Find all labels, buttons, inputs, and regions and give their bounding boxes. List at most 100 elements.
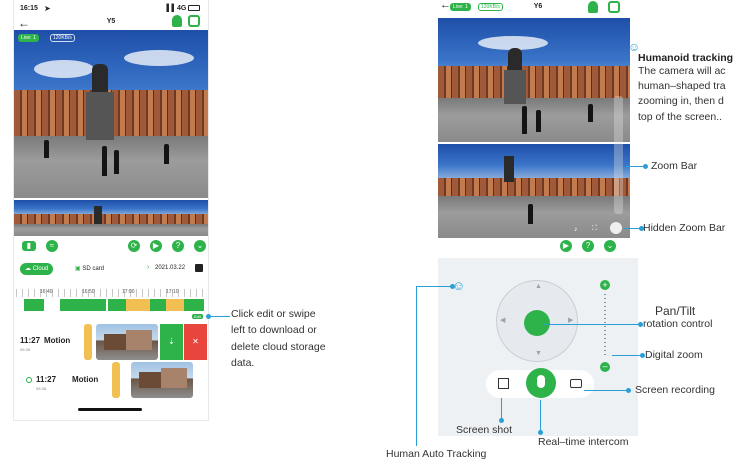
top-bar: ← Live: 1 120KB/s Y6	[438, 0, 638, 16]
secondary-video-view[interactable]: ♪ ⛶	[438, 144, 630, 238]
annotation-leader-line	[612, 355, 642, 356]
intercom-button[interactable]	[526, 368, 556, 398]
annotation-digital-zoom: Digital zoom	[645, 349, 703, 361]
annotation-line: data.	[231, 356, 255, 369]
left-phone-screen: 16:15 ➤ ▐▐ 4G ← Y5 Live: 1 120KB/s ▮ ≈ ⟳…	[14, 0, 208, 420]
play-icon[interactable]: ▶	[150, 240, 162, 252]
event-thumbnail[interactable]	[96, 324, 158, 360]
arrow-down-icon[interactable]: ▼	[535, 350, 542, 357]
settings-gear-icon[interactable]	[608, 1, 620, 13]
person-figure	[102, 146, 107, 176]
arrow-left-icon[interactable]: ◀	[500, 316, 505, 324]
timeline-segment	[150, 299, 166, 311]
annotation-line: human–shaped tra	[638, 80, 726, 93]
select-radio-icon[interactable]	[26, 377, 32, 383]
fullscreen-icon[interactable]: ⛶	[592, 225, 597, 233]
zoom-out-icon[interactable]: –	[600, 362, 610, 372]
microphone-icon	[537, 375, 545, 388]
live-badge: Live: 1	[18, 34, 39, 42]
zoom-toggle-icon[interactable]	[610, 222, 622, 234]
download-button[interactable]: ⇣	[160, 324, 183, 360]
status-time: 16:15	[20, 5, 38, 12]
alarm-bell-icon[interactable]	[172, 15, 182, 27]
timeline-segment	[60, 299, 106, 311]
date-label[interactable]: 2021.03.22	[155, 265, 185, 271]
arrow-up-icon[interactable]: ▲	[535, 283, 542, 290]
person-figure	[528, 204, 533, 224]
statue-shape	[508, 48, 522, 72]
zoom-in-icon[interactable]: +	[600, 280, 610, 290]
trash-icon: ✕	[192, 337, 199, 346]
event-thumbnail[interactable]	[131, 362, 193, 398]
annotation-line: The camera will ac	[638, 65, 726, 77]
screenshot-icon[interactable]	[498, 378, 509, 389]
annotation-dot	[626, 388, 631, 393]
pan-tilt-icon[interactable]: ⟳	[128, 240, 140, 252]
arrow-right-icon[interactable]: ▶	[568, 316, 573, 324]
play-icon[interactable]: ▶	[560, 240, 572, 252]
event-time: 11:27	[20, 336, 41, 345]
timeline-segment	[108, 299, 126, 311]
timeline-segment	[24, 299, 44, 311]
person-figure	[164, 144, 169, 164]
statue-shape	[504, 156, 514, 182]
alarm-bell-icon[interactable]	[588, 1, 598, 13]
help-icon[interactable]: ?	[582, 240, 594, 252]
record-icon[interactable]	[570, 379, 582, 388]
annotation-dot	[643, 164, 648, 169]
timeline-label: 16:50	[82, 289, 95, 295]
annotation-line: left to download or	[231, 324, 317, 337]
delete-button[interactable]: ✕	[184, 324, 207, 360]
edit-button[interactable]: Edit	[192, 314, 203, 319]
calendar-icon[interactable]	[195, 264, 203, 272]
annotation-edit-swipe: Click edit or swipe left to download or …	[231, 306, 326, 371]
annotation-screen-shot: Screen shot	[456, 424, 513, 436]
location-arrow-icon: ➤	[44, 4, 51, 13]
joystick-knob[interactable]	[524, 310, 550, 336]
annotation-leader-line	[544, 324, 640, 325]
statue-pedestal	[504, 70, 526, 104]
event-duration: 05:38	[20, 347, 31, 352]
chevron-down-icon[interactable]: ⌄	[604, 240, 616, 252]
person-figure	[588, 104, 593, 122]
event-time: 11:27	[36, 375, 57, 384]
signal-icon: ▐▐	[164, 5, 174, 12]
digital-zoom-slider[interactable]: + –	[600, 280, 610, 372]
action-bar	[486, 368, 594, 398]
timeline-label: 16:40	[40, 289, 53, 295]
annotation-line: zooming in, then d	[638, 95, 724, 108]
annotation-humanoid-desc: The camera will ac human–shaped tra zoom…	[638, 64, 726, 125]
battery-icon	[188, 5, 200, 11]
person-figure	[44, 140, 49, 158]
tab-sd-card[interactable]: ▣ SD card	[70, 263, 110, 275]
annotation-leader-line	[501, 398, 502, 420]
list-item[interactable]: 11:27 05:38 Motion ⇣ ✕	[14, 322, 208, 362]
zoom-bar[interactable]	[614, 96, 623, 214]
zoom-scale	[604, 294, 606, 358]
tab-cloud[interactable]: ☁ Cloud	[20, 263, 54, 275]
live-video-view[interactable]: Live: 1 120KB/s	[14, 30, 208, 198]
cloud-shape	[34, 60, 94, 78]
live-video-view[interactable]	[438, 18, 630, 142]
help-icon[interactable]: ?	[172, 240, 184, 252]
timeline-segment	[184, 299, 204, 311]
statue-shape	[92, 64, 108, 94]
settings-gear-icon[interactable]	[188, 15, 200, 27]
timeline-segment	[126, 299, 150, 311]
volume-icon[interactable]: ♪	[574, 226, 578, 233]
playback-timeline[interactable]: 16:40 16:50 17:00 17:10	[16, 289, 206, 311]
tab-sd-label: SD card	[82, 266, 105, 272]
control-icon-row: ▶ ? ⌄	[560, 240, 626, 252]
annotation-leader-line	[584, 390, 628, 391]
battery-status-icon[interactable]: ▮	[22, 241, 36, 251]
cloud-icon: ☁	[25, 266, 33, 272]
annotation-line: Click edit or swipe	[231, 308, 316, 320]
chevron-down-icon[interactable]: ⌄	[194, 240, 206, 252]
list-item[interactable]: 11:27 05:38 Motion	[14, 360, 208, 400]
secondary-video-view[interactable]	[14, 200, 208, 236]
ptz-control-panel: ☺ ▲ ▼ ◀ ▶ + –	[438, 258, 638, 436]
annotation-leader-line	[208, 316, 230, 317]
date-prev-icon[interactable]: ›	[147, 264, 149, 271]
annotation-leader-line	[416, 286, 452, 287]
wifi-icon[interactable]: ≈	[46, 240, 58, 252]
